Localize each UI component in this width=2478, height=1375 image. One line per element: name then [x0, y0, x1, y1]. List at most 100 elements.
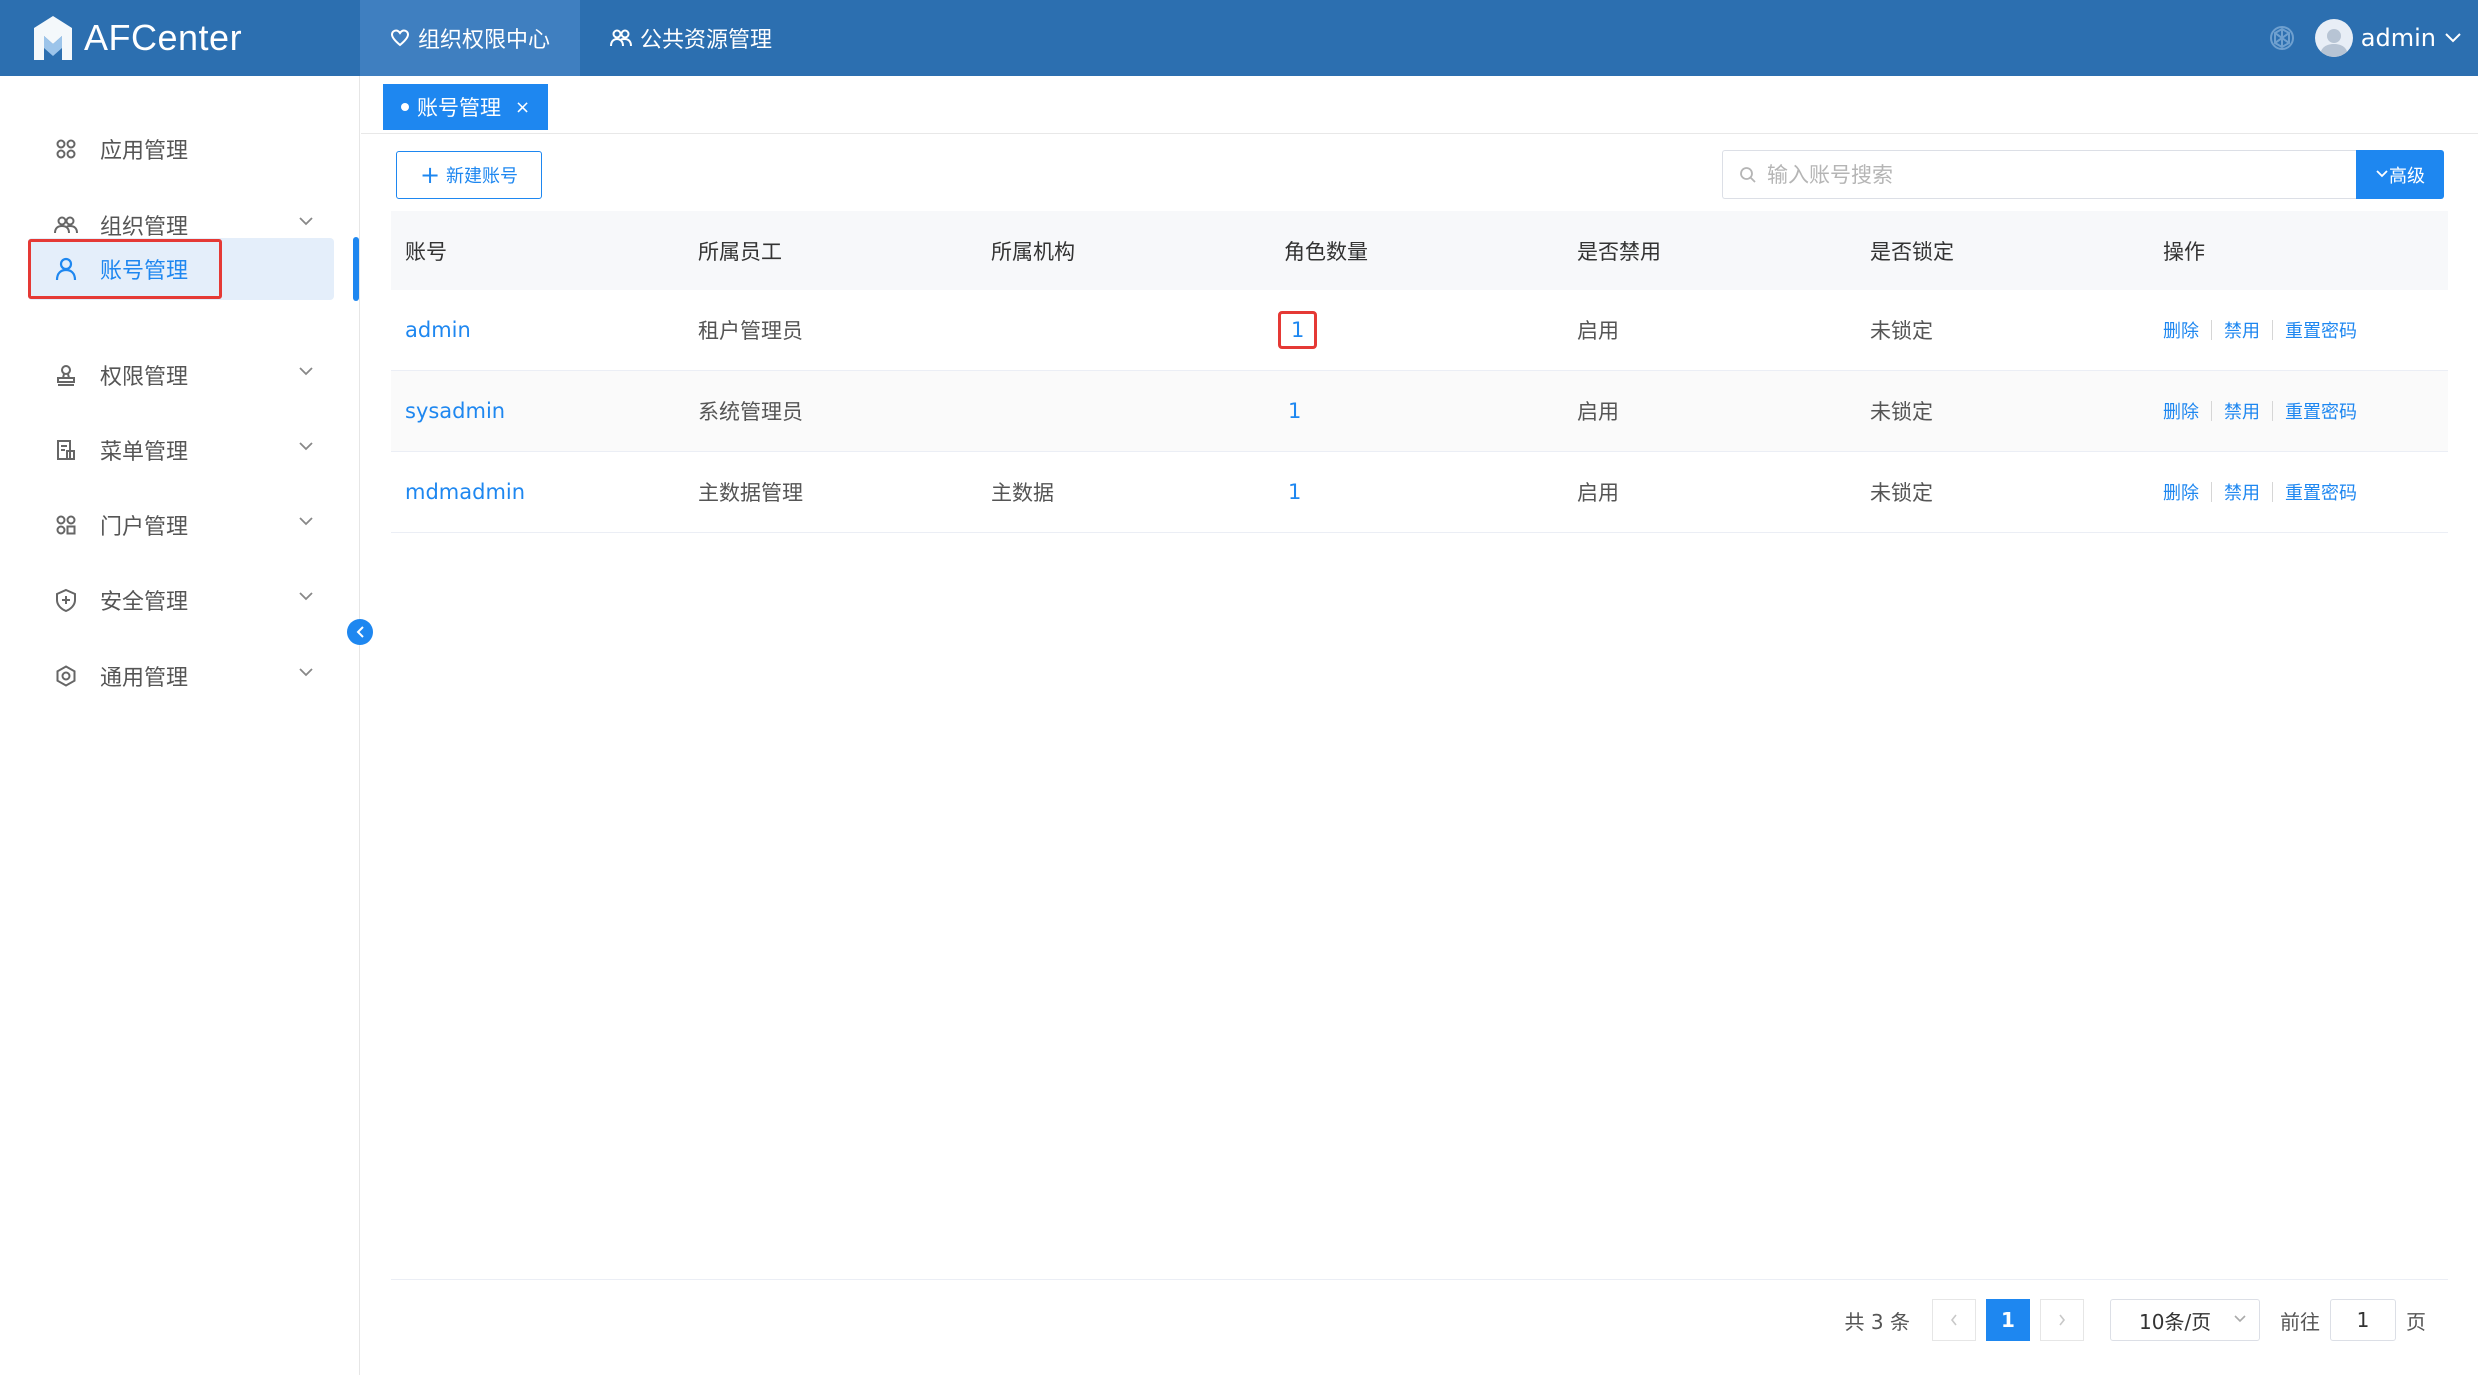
reset-password-button[interactable]: 重置密码 — [2285, 317, 2357, 343]
row-actions: 删除 禁用 重置密码 — [2149, 398, 2448, 424]
disable-button[interactable]: 禁用 — [2224, 479, 2260, 505]
logo-text: AFCenter — [84, 17, 243, 58]
table-row: sysadmin 系统管理员 1 启用 未锁定 删除 禁用 重置密码 — [391, 371, 2448, 452]
sidebar-item-label: 应用管理 — [100, 139, 189, 164]
chevron-down-icon — [299, 592, 313, 601]
chevron-down-icon — [299, 367, 313, 376]
sidebar-item-label: 账号管理 — [100, 259, 189, 284]
sidebar-item-label: 通用管理 — [100, 666, 189, 691]
disable-button[interactable]: 禁用 — [2224, 398, 2260, 424]
account-link[interactable]: admin — [405, 318, 471, 342]
locked-cell: 未锁定 — [1870, 481, 1933, 505]
page-size-select[interactable]: 10条/页 — [2110, 1299, 2260, 1341]
topnav-public-resources[interactable]: 公共资源管理 — [580, 0, 802, 76]
sidebar-item-portal[interactable]: 门户管理 — [28, 494, 334, 556]
col-header: 角色数量 — [1284, 239, 1368, 264]
col-header: 账号 — [405, 239, 447, 264]
table-header: 账号 所属员工 所属机构 角色数量 是否禁用 是否锁定 操作 — [391, 211, 2448, 290]
delete-button[interactable]: 删除 — [2163, 398, 2199, 424]
new-account-button[interactable]: + 新建账号 — [396, 151, 542, 199]
topnav-label: 公共资源管理 — [640, 28, 773, 53]
goto-page-input[interactable] — [2330, 1299, 2396, 1341]
user-icon — [54, 257, 78, 281]
col-header: 是否锁定 — [1870, 239, 1954, 264]
chevron-down-icon — [299, 517, 313, 526]
plus-icon: + — [419, 161, 441, 189]
avatar[interactable] — [2314, 19, 2353, 57]
account-link[interactable]: mdmadmin — [405, 480, 525, 504]
delete-button[interactable]: 删除 — [2163, 479, 2199, 505]
sidebar-item-security[interactable]: 安全管理 — [28, 569, 334, 631]
sidebar-item-accounts[interactable]: 账号管理 — [28, 238, 334, 300]
chevron-double-down-icon — [2376, 169, 2388, 177]
logo[interactable]: AFCenter — [32, 8, 242, 68]
sidebar-item-label: 安全管理 — [100, 590, 189, 615]
col-header: 操作 — [2163, 239, 2205, 264]
role-count-link[interactable]: 1 — [1278, 311, 1318, 349]
disable-button[interactable]: 禁用 — [2224, 317, 2260, 343]
chevron-down-icon — [299, 668, 313, 677]
topnav-org-permission[interactable]: 组织权限中心 — [360, 0, 581, 76]
group-icon — [610, 29, 633, 47]
top-nav: 组织权限中心 公共资源管理 — [360, 0, 802, 76]
locked-cell: 未锁定 — [1870, 400, 1933, 424]
row-actions: 删除 禁用 重置密码 — [2149, 479, 2448, 505]
chevron-down-icon[interactable] — [2444, 32, 2462, 44]
search-input[interactable] — [1767, 162, 2327, 187]
tab-dot — [401, 103, 409, 111]
employee-cell: 系统管理员 — [698, 400, 803, 424]
sidebar-item-general[interactable]: 通用管理 — [28, 645, 334, 707]
sidebar-item-label: 菜单管理 — [100, 440, 189, 465]
row-actions: 删除 禁用 重置密码 — [2149, 317, 2448, 343]
tab-label: 账号管理 — [417, 96, 501, 120]
col-header: 所属机构 — [991, 239, 1075, 264]
user-name[interactable]: admin — [2361, 24, 2436, 52]
chatgpt-icon[interactable] — [2267, 23, 2297, 53]
stamp-icon — [54, 363, 78, 387]
pagination: 共 3 条 1 10条/页 前往 页 — [1845, 1299, 2426, 1341]
footer-divider — [391, 1279, 2448, 1280]
settings-icon — [54, 664, 78, 688]
sidebar-collapse-button[interactable] — [347, 619, 373, 645]
sidebar: 应用管理 组织管理 账号管理 权限管理 菜单管理 门户管理 安全管理 通用管理 — [0, 76, 360, 1375]
close-icon[interactable]: × — [515, 97, 530, 118]
chevron-down-icon — [299, 442, 313, 451]
next-page-button[interactable] — [2040, 1299, 2084, 1341]
sidebar-item-label: 门户管理 — [100, 515, 189, 540]
chevron-down-icon — [299, 217, 313, 226]
disabled-cell: 启用 — [1577, 481, 1619, 505]
employee-cell: 主数据管理 — [698, 481, 803, 505]
role-count-link[interactable]: 1 — [1278, 393, 1311, 429]
table-row: mdmadmin 主数据管理 主数据 1 启用 未锁定 删除 禁用 重置密码 — [391, 452, 2448, 533]
tab-bar: 账号管理 × — [361, 76, 2478, 134]
role-count-link[interactable]: 1 — [1278, 474, 1311, 510]
total-count: 共 3 条 — [1844, 1309, 1910, 1334]
locked-cell: 未锁定 — [1870, 319, 1933, 343]
sidebar-item-apps[interactable]: 应用管理 — [28, 118, 334, 180]
sidebar-item-label: 权限管理 — [100, 365, 189, 390]
user-area: admin — [2267, 0, 2462, 76]
advanced-search-button[interactable]: 高级 — [2356, 150, 2444, 199]
topnav-label: 组织权限中心 — [418, 28, 551, 53]
page-number[interactable]: 1 — [1986, 1299, 2030, 1341]
account-link[interactable]: sysadmin — [405, 399, 505, 423]
sidebar-item-label: 组织管理 — [100, 215, 189, 240]
search-box — [1722, 150, 2356, 199]
tab-accounts[interactable]: 账号管理 × — [383, 84, 549, 130]
goto-label: 前往 — [2280, 1309, 2320, 1334]
advanced-label: 高级 — [2389, 165, 2425, 187]
logo-icon — [34, 16, 72, 60]
reset-password-button[interactable]: 重置密码 — [2285, 398, 2357, 424]
sidebar-item-menus[interactable]: 菜单管理 — [28, 419, 334, 481]
prev-page-button[interactable] — [1932, 1299, 1976, 1341]
page-suffix: 页 — [2406, 1309, 2426, 1334]
col-header: 是否禁用 — [1577, 239, 1661, 264]
delete-button[interactable]: 删除 — [2163, 317, 2199, 343]
disabled-cell: 启用 — [1577, 319, 1619, 343]
sidebar-item-permissions[interactable]: 权限管理 — [28, 344, 334, 406]
disabled-cell: 启用 — [1577, 400, 1619, 424]
col-header: 所属员工 — [698, 239, 782, 264]
search-icon — [1740, 166, 1756, 183]
active-indicator — [353, 237, 359, 301]
reset-password-button[interactable]: 重置密码 — [2285, 479, 2357, 505]
